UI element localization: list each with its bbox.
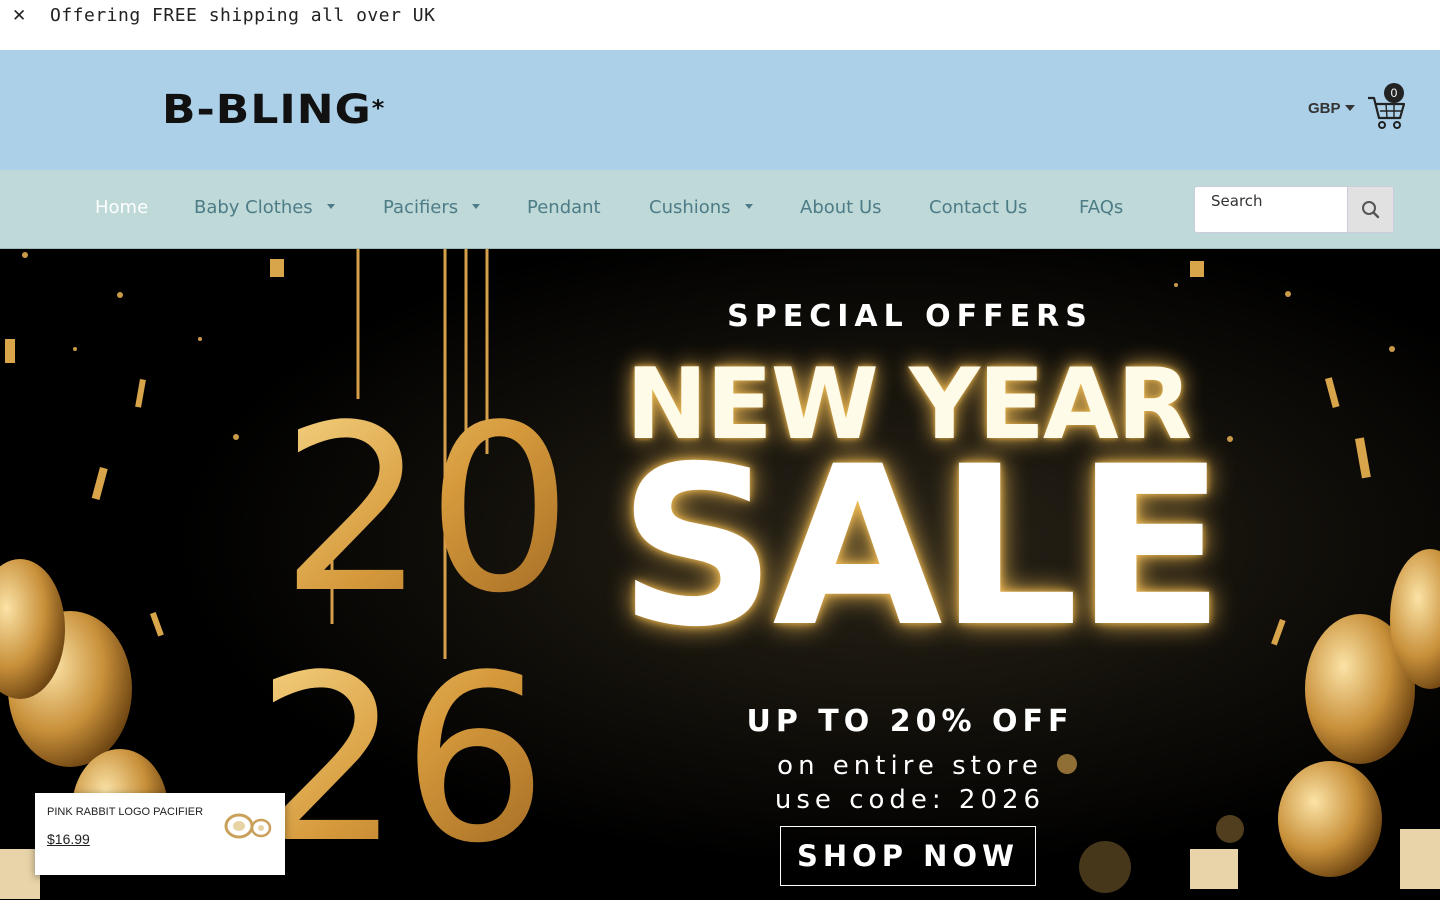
main-nav: Home Baby Clothes Pacifiers Pendant Cush… bbox=[0, 170, 1440, 249]
currency-label: GBP bbox=[1308, 100, 1341, 117]
search-button[interactable] bbox=[1347, 187, 1393, 232]
nav-item-faqs[interactable]: FAQs bbox=[1079, 197, 1123, 218]
chevron-down-icon bbox=[1344, 105, 1355, 111]
nav-label: About Us bbox=[800, 197, 882, 218]
nav-label: FAQs bbox=[1079, 197, 1124, 218]
nav-item-contact-us[interactable]: Contact Us bbox=[929, 197, 1027, 218]
nav-item-cushions[interactable]: Cushions bbox=[649, 197, 753, 218]
nav-item-home[interactable]: Home bbox=[95, 197, 148, 218]
chevron-down-icon bbox=[472, 204, 481, 209]
nav-label: Baby Clothes bbox=[194, 197, 313, 218]
pacifier-product-image bbox=[224, 813, 272, 839]
currency-selector[interactable]: GBP bbox=[1308, 100, 1355, 117]
close-icon[interactable]: ✕ bbox=[12, 6, 26, 26]
nav-label: Pacifiers bbox=[383, 197, 459, 218]
search-icon bbox=[1362, 201, 1380, 219]
chevron-down-icon bbox=[326, 204, 335, 209]
shop-now-button[interactable]: SHOP NOW bbox=[780, 826, 1036, 886]
search-box bbox=[1194, 186, 1394, 233]
special-offers-text: SPECIAL OFFERS bbox=[727, 299, 1093, 334]
site-logo[interactable]: B-BLING* bbox=[162, 89, 386, 130]
announcement-text: Offering FREE shipping all over UK bbox=[50, 5, 436, 26]
nav-item-pendant[interactable]: Pendant bbox=[527, 197, 601, 218]
product-popup[interactable]: PINK RABBIT LOGO PACIFIER $16.99 bbox=[35, 793, 285, 875]
nav-label: Contact Us bbox=[929, 197, 1028, 218]
chevron-down-icon bbox=[744, 204, 753, 209]
logo-star: * bbox=[371, 95, 386, 122]
promo-line-1: on entire store bbox=[777, 751, 1043, 781]
sale-headline: SALE bbox=[618, 419, 1225, 675]
nav-item-about-us[interactable]: About Us bbox=[800, 197, 882, 218]
nav-label: Cushions bbox=[649, 197, 731, 218]
nav-item-pacifiers[interactable]: Pacifiers bbox=[383, 197, 481, 218]
nav-item-baby-clothes[interactable]: Baby Clothes bbox=[194, 197, 335, 218]
nav-label: Home bbox=[95, 197, 149, 218]
logo-text: B-BLING bbox=[162, 86, 372, 133]
site-header: B-BLING* GBP 0 bbox=[0, 50, 1440, 170]
popup-product-name: PINK RABBIT LOGO PACIFIER bbox=[47, 806, 204, 818]
nav-label: Pendant bbox=[527, 197, 601, 218]
cart-count-badge: 0 bbox=[1384, 83, 1404, 103]
announcement-bar: ✕ Offering FREE shipping all over UK bbox=[0, 0, 1440, 50]
popup-product-price[interactable]: $16.99 bbox=[47, 831, 90, 847]
year-top-digits: 20 bbox=[280, 377, 573, 644]
search-input[interactable] bbox=[1195, 187, 1347, 232]
discount-text: UP TO 20% OFF bbox=[746, 704, 1074, 739]
